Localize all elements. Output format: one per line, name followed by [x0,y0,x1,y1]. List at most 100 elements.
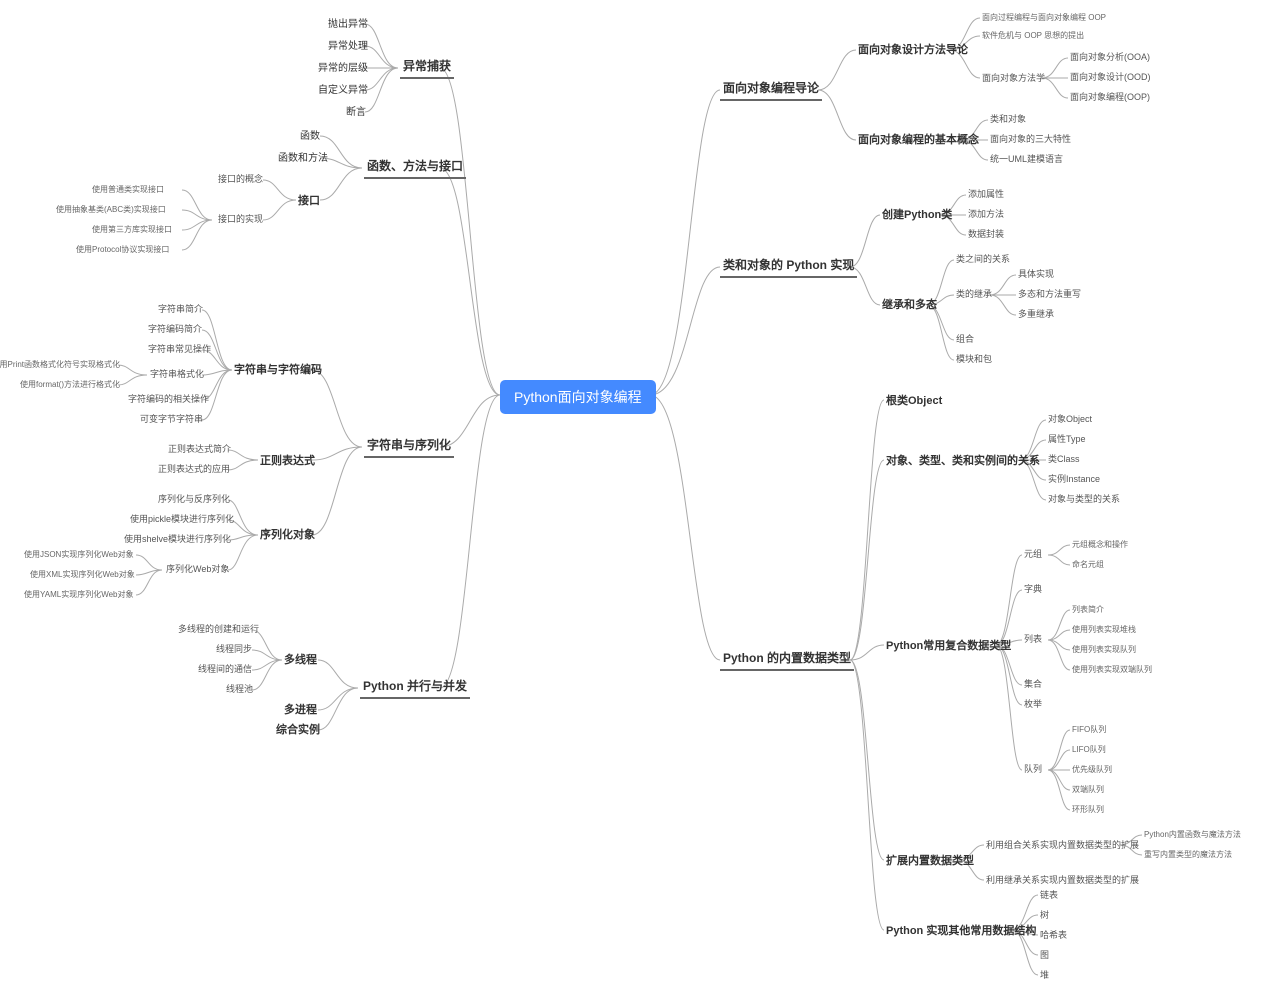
node[interactable]: 接口的概念 [218,174,263,186]
node[interactable]: 正则表达式简介 [168,444,231,456]
node-parallel[interactable]: Python 并行与并发 [360,678,470,699]
node[interactable]: 面向过程编程与面向对象编程 OOP [982,13,1106,23]
node[interactable]: 字符串简介 [158,304,203,316]
node[interactable]: 实例Instance [1048,474,1100,486]
node[interactable]: 字符串常见操作 [148,344,211,356]
node[interactable]: 对象与类型的关系 [1048,494,1120,506]
node[interactable]: 接口的实现 [218,214,263,226]
node[interactable]: Python 实现其他常用数据结构 [886,924,1036,938]
node[interactable]: 使用format()方法进行格式化 [0,380,120,390]
node[interactable]: FIFO队列 [1072,725,1106,735]
node[interactable]: 集合 [1024,679,1042,691]
node[interactable]: 面向对象编程的基本概念 [858,133,979,147]
node[interactable]: 字符编码的相关操作 [128,394,209,406]
node[interactable]: 重写内置类型的魔法方法 [1144,850,1232,860]
node[interactable]: 双端队列 [1072,785,1104,795]
node[interactable]: 正则表达式 [260,454,315,468]
node[interactable]: 命名元组 [1072,560,1104,570]
node[interactable]: 使用Protocol协议实现接口 [76,245,169,255]
node-class[interactable]: 类和对象的 Python 实现 [720,257,857,278]
node[interactable]: 多进程 [284,703,317,717]
node[interactable]: 继承和多态 [882,298,937,312]
node-func[interactable]: 函数、方法与接口 [364,158,466,179]
node[interactable]: 使用Print函数格式化符号实现格式化 [0,360,120,370]
node[interactable]: 队列 [1024,764,1042,776]
node[interactable]: 线程同步 [216,644,252,656]
node[interactable]: 模块和包 [956,354,992,366]
node[interactable]: 利用组合关系实现内置数据类型的扩展 [986,840,1139,852]
node[interactable]: Python内置函数与魔法方法 [1144,830,1241,840]
node[interactable]: 类和对象 [990,114,1026,126]
node[interactable]: 软件危机与 OOP 思想的提出 [982,31,1084,41]
node[interactable]: 使用第三方库实现接口 [92,225,172,235]
node[interactable]: 使用XML实现序列化Web对象 [30,570,135,580]
node[interactable]: 序列化Web对象 [166,564,229,576]
node[interactable]: 环形队列 [1072,805,1104,815]
node[interactable]: 面向对象的三大特性 [990,134,1071,146]
node[interactable]: 类之间的关系 [956,254,1010,266]
node[interactable]: 使用YAML实现序列化Web对象 [24,590,134,600]
node[interactable]: 异常的层级 [318,62,368,75]
node[interactable]: 多线程的创建和运行 [178,624,259,636]
node[interactable]: 面向对象分析(OOA) [1070,52,1150,64]
node[interactable]: 面向对象设计(OOD) [1070,72,1151,84]
node-string[interactable]: 字符串与序列化 [364,437,454,458]
node[interactable]: 接口 [298,194,320,208]
node[interactable]: 使用shelve模块进行序列化 [124,534,231,546]
node[interactable]: 综合实例 [276,723,320,737]
node[interactable]: 抛出异常 [328,18,368,31]
node-intro[interactable]: 面向对象编程导论 [720,80,822,101]
node-exception[interactable]: 异常捕获 [400,58,454,79]
node[interactable]: 使用抽象基类(ABC类)实现接口 [56,205,166,215]
node[interactable]: 元组概念和操作 [1072,540,1128,550]
node[interactable]: 优先级队列 [1072,765,1112,775]
node[interactable]: 类的继承 [956,289,992,301]
node[interactable]: 列表简介 [1072,605,1104,615]
node[interactable]: 链表 [1040,890,1058,902]
node[interactable]: 数据封装 [968,229,1004,241]
node[interactable]: 添加方法 [968,209,1004,221]
node[interactable]: 使用pickle模块进行序列化 [130,514,234,526]
node[interactable]: 字符串格式化 [150,369,204,381]
node[interactable]: 线程间的通信 [198,664,252,676]
node[interactable]: 函数和方法 [278,152,328,165]
node[interactable]: 创建Python类 [882,208,952,222]
node[interactable]: 根类Object [886,394,942,408]
root-node[interactable]: Python面向对象编程 [500,380,656,414]
node[interactable]: 面向对象方法学 [982,73,1045,85]
node[interactable]: 序列化对象 [260,528,315,542]
node[interactable]: 序列化与反序列化 [158,494,230,506]
node[interactable]: 哈希表 [1040,930,1067,942]
node[interactable]: 组合 [956,334,974,346]
node[interactable]: 正则表达式的应用 [158,464,230,476]
node[interactable]: 枚举 [1024,699,1042,711]
node[interactable]: 统一UML建模语言 [990,154,1063,166]
node[interactable]: 面向对象编程(OOP) [1070,92,1150,104]
node[interactable]: 具体实现 [1018,269,1054,281]
node[interactable]: 字符编码简介 [148,324,202,336]
node[interactable]: 使用列表实现队列 [1072,645,1136,655]
node[interactable]: 图 [1040,950,1049,962]
node[interactable]: 面向对象设计方法导论 [858,43,968,57]
node[interactable]: 添加属性 [968,189,1004,201]
node[interactable]: 类Class [1048,454,1080,466]
node[interactable]: Python常用复合数据类型 [886,639,1011,653]
node[interactable]: 元组 [1024,549,1042,561]
node[interactable]: 多重继承 [1018,309,1054,321]
node[interactable]: 断言 [346,106,366,119]
node[interactable]: 属性Type [1048,434,1086,446]
node[interactable]: 对象、类型、类和实例间的关系 [886,454,1040,468]
node[interactable]: 使用JSON实现序列化Web对象 [24,550,134,560]
node[interactable]: 使用列表实现堆栈 [1072,625,1136,635]
node[interactable]: 函数 [300,130,320,143]
node[interactable]: 树 [1040,910,1049,922]
node[interactable]: 异常处理 [328,40,368,53]
node[interactable]: 对象Object [1048,414,1092,426]
node[interactable]: 列表 [1024,634,1042,646]
node[interactable]: 字典 [1024,584,1042,596]
node[interactable]: 可变字节字符串 [140,414,203,426]
node[interactable]: 线程池 [226,684,253,696]
node[interactable]: 使用普通类实现接口 [92,185,164,195]
node[interactable]: 自定义异常 [318,84,368,97]
node[interactable]: 多态和方法重写 [1018,289,1081,301]
